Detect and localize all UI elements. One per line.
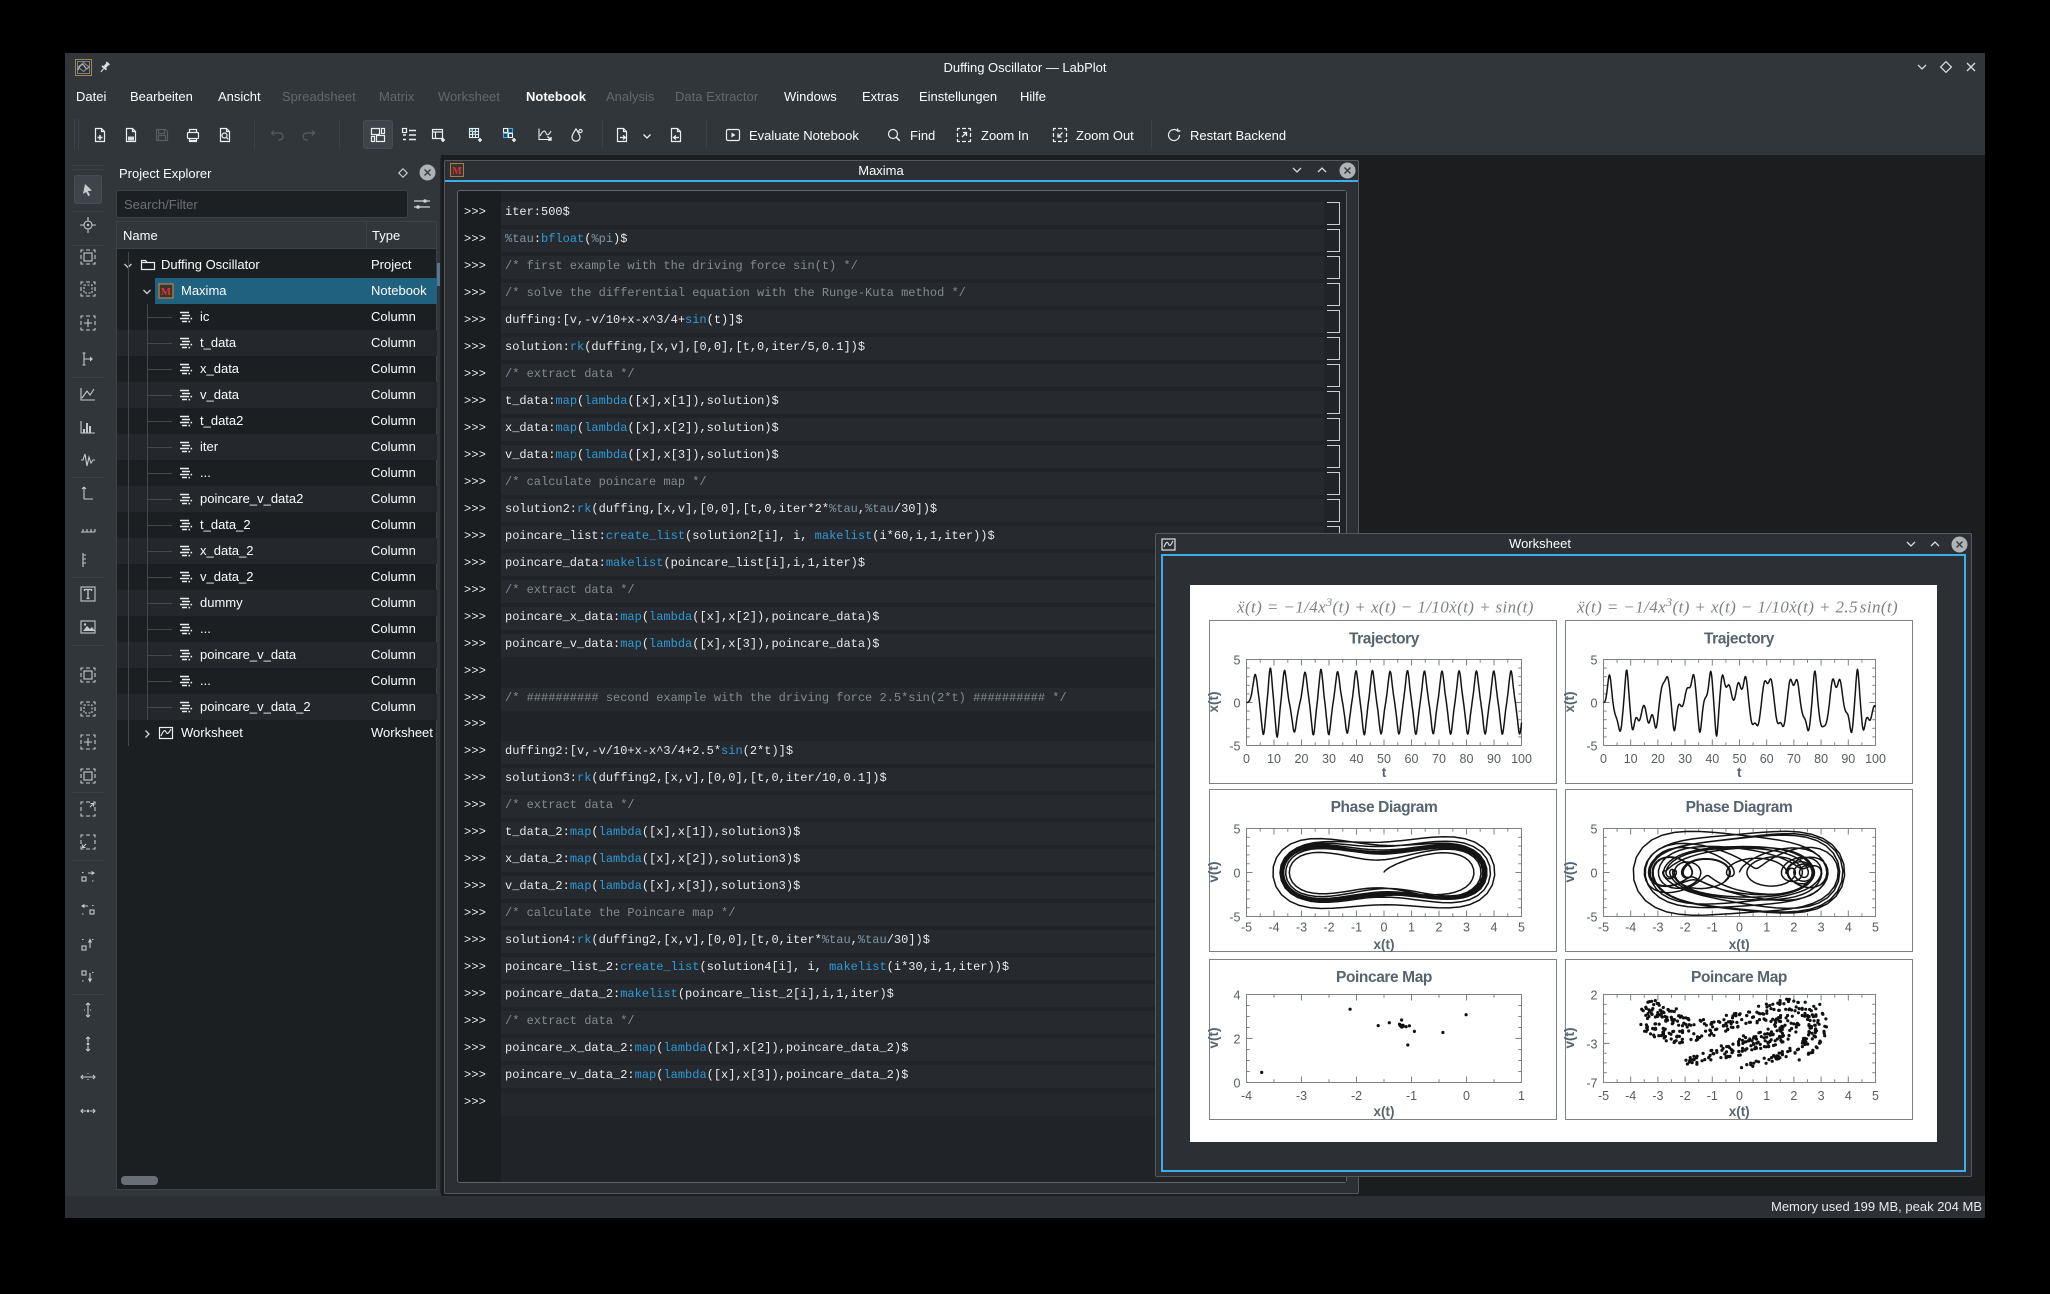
svg-text:t: t [1382, 765, 1387, 780]
svg-text:30: 30 [1322, 752, 1336, 766]
svg-text:1: 1 [1763, 1089, 1770, 1103]
svg-text:-1: -1 [1707, 921, 1718, 935]
svg-text:-5: -5 [1586, 740, 1597, 754]
svg-text:0: 0 [1234, 1077, 1241, 1091]
svg-text:-5: -5 [1229, 740, 1240, 754]
svg-text:-2: -2 [1680, 1089, 1691, 1103]
svg-text:v(t): v(t) [1562, 1028, 1577, 1049]
svg-text:50: 50 [1377, 752, 1391, 766]
svg-text:-2: -2 [1680, 921, 1691, 935]
svg-text:-3: -3 [1652, 1089, 1663, 1103]
svg-text:Trajectory: Trajectory [1349, 631, 1420, 648]
svg-text:-1: -1 [1406, 1089, 1417, 1103]
svg-text:4: 4 [1491, 921, 1498, 935]
svg-text:40: 40 [1350, 752, 1364, 766]
svg-text:0: 0 [1591, 867, 1598, 881]
svg-text:1: 1 [1763, 921, 1770, 935]
svg-text:Phase Diagram: Phase Diagram [1331, 799, 1438, 816]
svg-text:0: 0 [1234, 697, 1241, 711]
svg-text:2: 2 [1234, 1033, 1241, 1047]
svg-text:2: 2 [1790, 1089, 1797, 1103]
svg-text:4: 4 [1845, 1089, 1852, 1103]
svg-text:-3: -3 [1652, 921, 1663, 935]
svg-text:-2: -2 [1323, 921, 1334, 935]
svg-text:x(t): x(t) [1374, 1104, 1395, 1119]
svg-text:0: 0 [1243, 752, 1250, 766]
svg-text:20: 20 [1651, 752, 1665, 766]
svg-text:-4: -4 [1625, 921, 1636, 935]
svg-text:4: 4 [1845, 921, 1852, 935]
svg-text:80: 80 [1814, 752, 1828, 766]
svg-text:0: 0 [1381, 921, 1388, 935]
svg-text:0: 0 [1736, 921, 1743, 935]
svg-text:2: 2 [1591, 989, 1598, 1003]
svg-text:x(t): x(t) [1729, 1104, 1750, 1119]
svg-text:-1: -1 [1707, 1089, 1718, 1103]
svg-text:5: 5 [1234, 654, 1241, 668]
svg-text:-3: -3 [1296, 921, 1307, 935]
svg-text:-5: -5 [1586, 911, 1597, 925]
svg-text:10: 10 [1267, 752, 1281, 766]
svg-text:Trajectory: Trajectory [1704, 631, 1775, 648]
svg-text:100: 100 [1511, 752, 1532, 766]
svg-text:4: 4 [1234, 989, 1241, 1003]
svg-text:80: 80 [1460, 752, 1474, 766]
svg-text:10: 10 [1624, 752, 1638, 766]
svg-text:Poincare Map: Poincare Map [1336, 969, 1432, 986]
svg-text:-5: -5 [1241, 921, 1252, 935]
svg-text:3: 3 [1818, 921, 1825, 935]
svg-text:x(t): x(t) [1206, 692, 1221, 713]
svg-text:3: 3 [1463, 921, 1470, 935]
svg-text:-3: -3 [1586, 1037, 1597, 1051]
svg-text:0: 0 [1463, 1089, 1470, 1103]
svg-text:30: 30 [1678, 752, 1692, 766]
svg-text:5: 5 [1872, 921, 1879, 935]
svg-text:2: 2 [1790, 921, 1797, 935]
svg-text:3: 3 [1818, 1089, 1825, 1103]
svg-text:60: 60 [1760, 752, 1774, 766]
svg-text:40: 40 [1705, 752, 1719, 766]
svg-text:60: 60 [1405, 752, 1419, 766]
svg-text:-5: -5 [1598, 921, 1609, 935]
svg-text:5: 5 [1591, 654, 1598, 668]
svg-text:1: 1 [1518, 1089, 1525, 1103]
svg-text:1: 1 [1408, 921, 1415, 935]
svg-text:5: 5 [1591, 823, 1598, 837]
svg-text:v(t): v(t) [1206, 862, 1221, 883]
svg-text:90: 90 [1487, 752, 1501, 766]
svg-text:0: 0 [1591, 697, 1598, 711]
svg-text:5: 5 [1518, 921, 1525, 935]
svg-text:20: 20 [1295, 752, 1309, 766]
svg-text:5: 5 [1234, 823, 1241, 837]
svg-text:90: 90 [1841, 752, 1855, 766]
svg-text:50: 50 [1733, 752, 1747, 766]
svg-text:0: 0 [1234, 867, 1241, 881]
svg-text:x(t): x(t) [1562, 692, 1577, 713]
svg-text:-4: -4 [1268, 921, 1279, 935]
svg-text:M: M [161, 286, 172, 298]
svg-text:v(t): v(t) [1562, 862, 1577, 883]
svg-text:70: 70 [1432, 752, 1446, 766]
svg-text:0: 0 [1600, 752, 1607, 766]
svg-text:-2: -2 [1351, 1089, 1362, 1103]
svg-text:Phase Diagram: Phase Diagram [1686, 799, 1793, 816]
svg-text:2: 2 [1436, 921, 1443, 935]
svg-text:70: 70 [1787, 752, 1801, 766]
svg-text:0: 0 [1736, 1089, 1743, 1103]
svg-text:5: 5 [1872, 1089, 1879, 1103]
svg-text:-5: -5 [1229, 911, 1240, 925]
svg-text:t: t [1737, 765, 1742, 780]
svg-text:-4: -4 [1625, 1089, 1636, 1103]
svg-text:x(t): x(t) [1374, 937, 1395, 952]
svg-text:v(t): v(t) [1206, 1028, 1221, 1049]
svg-text:-4: -4 [1241, 1089, 1252, 1103]
svg-text:Poincare Map: Poincare Map [1691, 969, 1787, 986]
svg-text:-5: -5 [1598, 1089, 1609, 1103]
svg-text:x(t): x(t) [1729, 937, 1750, 952]
svg-text:-7: -7 [1586, 1077, 1597, 1091]
svg-text:100: 100 [1865, 752, 1886, 766]
svg-text:-3: -3 [1296, 1089, 1307, 1103]
svg-text:-1: -1 [1351, 921, 1362, 935]
